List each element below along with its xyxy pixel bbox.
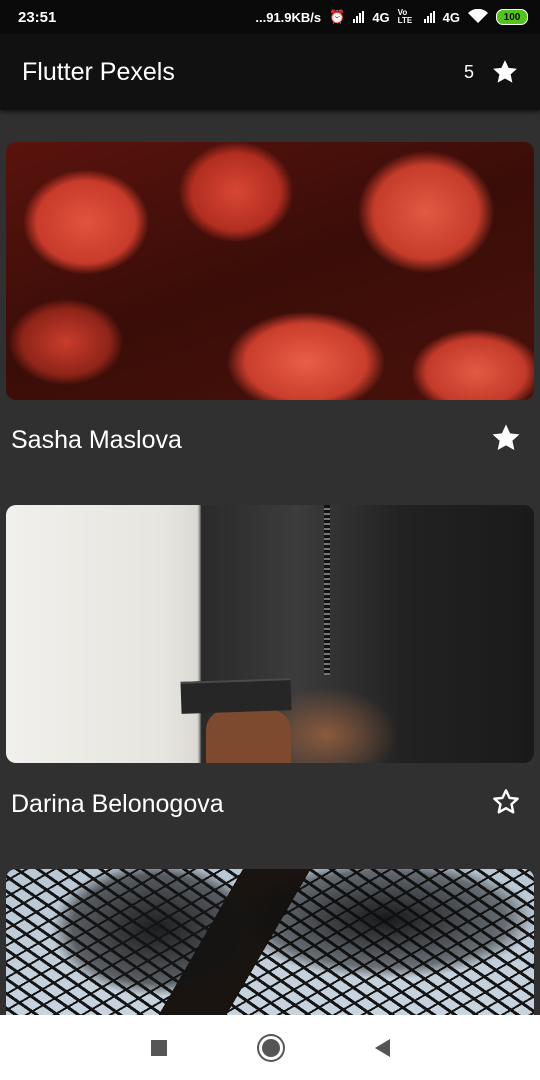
volte-label: Vo LTE [397, 8, 413, 25]
photo-card[interactable]: Darina Belonogova [0, 475, 540, 839]
square-icon[interactable] [150, 1039, 167, 1056]
photo-detail-hand [206, 710, 291, 763]
network-speed: ...91.9KB/s [255, 9, 322, 25]
star-icon[interactable] [490, 57, 520, 87]
signal-icon-2 [423, 11, 435, 23]
photo-image[interactable] [6, 505, 534, 763]
alarm-icon: ⏰ [329, 9, 346, 24]
circle-icon[interactable] [258, 1035, 283, 1060]
signal-icon [353, 11, 365, 23]
photo-image[interactable] [6, 869, 534, 1015]
favorites-count: 5 [463, 61, 474, 82]
photo-card[interactable] [0, 839, 540, 1015]
triangle-back-icon[interactable] [374, 1038, 390, 1057]
wifi-icon [468, 8, 488, 26]
system-nav-bar [0, 1015, 540, 1080]
status-bar: 23:51 ...91.9KB/s ⏰ 4G Vo LTE 4G 100 [0, 0, 540, 34]
network-type-2: 4G [442, 9, 460, 25]
network-type-1: 4G [372, 9, 390, 25]
star-filled-icon[interactable] [489, 421, 523, 455]
status-time: 23:51 [18, 8, 57, 26]
photo-image[interactable] [6, 142, 534, 400]
app-title: Flutter Pexels [22, 57, 175, 86]
photographer-name: Darina Belonogova [11, 790, 224, 818]
photo-detail-zip [324, 505, 330, 675]
photographer-name: Sasha Maslova [11, 426, 182, 454]
star-outline-icon[interactable] [489, 785, 523, 819]
photo-list[interactable]: Sasha Maslova Darina Belonogova [0, 110, 540, 1015]
photo-card[interactable]: Sasha Maslova [0, 110, 540, 475]
status-icons: ...91.9KB/s ⏰ 4G Vo LTE 4G 100 [255, 8, 528, 26]
battery-indicator: 100 [496, 9, 528, 25]
app-bar: Flutter Pexels 5 [0, 34, 540, 110]
photo-detail-cuff [180, 678, 292, 714]
